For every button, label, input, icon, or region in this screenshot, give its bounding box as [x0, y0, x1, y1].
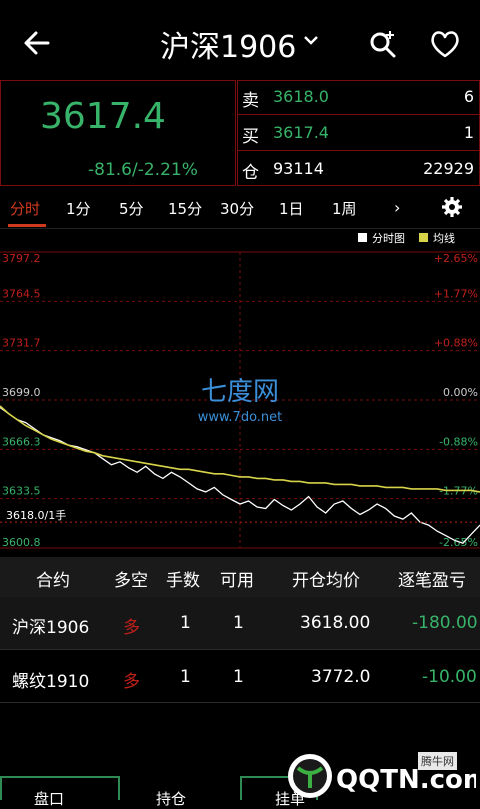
legend-label-avg: 均线: [433, 231, 455, 245]
col-lots: 手数: [166, 571, 200, 591]
open-interest: 93114: [273, 159, 324, 178]
more-periods-icon[interactable]: ›: [394, 198, 400, 217]
y-tick-left: 3797.2: [2, 252, 41, 265]
y-tick-right: +2.65%: [434, 252, 478, 265]
qqtn-watermark-small: 腾牛网: [418, 752, 457, 770]
y-tick-right: -0.88%: [439, 435, 478, 448]
active-tab-indicator: [8, 224, 46, 227]
tab-5min[interactable]: 5分: [119, 198, 144, 219]
ask-price: 3618.0: [273, 87, 329, 106]
y-tick-left: 3666.3: [2, 435, 41, 448]
y-tick-left: 3699.0: [2, 386, 41, 399]
y-tick-right: +0.88%: [434, 337, 478, 350]
chart-legend: 分时图 均线: [358, 231, 455, 245]
watermark-7do-title: 七度网: [201, 377, 279, 407]
position-avg-price: 3772.0: [311, 667, 371, 687]
position-direction: 多: [123, 672, 140, 692]
tab-intraday[interactable]: 分时: [10, 198, 40, 219]
ask-volume: 6: [463, 87, 474, 106]
bid-price: 3617.4: [273, 123, 329, 142]
oi-label: 仓: [242, 163, 259, 183]
bottom-tab-orderbook-label: 盘口: [34, 790, 65, 808]
y-tick-right: +1.77%: [434, 287, 478, 300]
tab-30min[interactable]: 30分: [220, 198, 254, 219]
bottom-tab-positions-label[interactable]: 持仓: [156, 788, 186, 809]
search-add-icon[interactable]: [368, 28, 398, 58]
settings-gear-icon[interactable]: [441, 196, 463, 218]
bid-row: 买 3617.4 1: [237, 116, 480, 151]
y-tick-left: 3633.5: [2, 485, 41, 498]
back-arrow-icon[interactable]: [22, 28, 52, 58]
y-tick-left: 3731.7: [2, 337, 41, 350]
position-avg-price: 3618.00: [300, 613, 371, 633]
watermark-7do: 七度网 www.7do.net: [198, 377, 283, 425]
open-interest-row: 仓 93114 22929: [237, 152, 480, 187]
tab-1min[interactable]: 1分: [66, 198, 91, 219]
position-direction: 多: [123, 618, 140, 638]
y-tick-right: -2.65%: [439, 536, 478, 549]
position-contract: 螺纹1910: [12, 672, 90, 692]
col-pnl: 逐笔盈亏: [398, 571, 466, 591]
contract-title[interactable]: 沪深1906: [160, 22, 296, 66]
col-available: 可用: [220, 571, 254, 591]
favorite-heart-icon[interactable]: [428, 28, 462, 60]
position-available: 1: [233, 613, 244, 633]
ask-row: 卖 3618.0 6: [237, 80, 480, 115]
position-contract: 沪深1906: [12, 618, 90, 638]
tab-15min[interactable]: 15分: [168, 198, 202, 219]
tab-1day[interactable]: 1日: [279, 198, 304, 219]
position-pnl: -10.00: [422, 667, 477, 687]
legend-swatch-avg: [419, 233, 428, 242]
y-tick-left: 3764.5: [2, 287, 41, 300]
position-price-label: 3618.0/1手: [6, 508, 66, 522]
position-lots: 1: [180, 613, 191, 633]
watermark-7do-url: www.7do.net: [198, 410, 283, 425]
position-pnl: -180.00: [412, 613, 478, 633]
oi-change: 22929: [423, 159, 474, 178]
bid-volume: 1: [463, 123, 474, 142]
bid-label: 买: [242, 127, 259, 147]
col-avg-price: 开仓均价: [292, 571, 360, 591]
price-change: -81.6/-2.21%: [88, 160, 198, 180]
position-lots: 1: [180, 667, 191, 687]
last-price: 3617.4: [40, 96, 166, 137]
y-tick-left: 3600.8: [2, 536, 41, 549]
col-contract: 合约: [36, 571, 70, 591]
y-tick-right: 0.00%: [443, 386, 478, 399]
legend-swatch-price: [358, 233, 367, 242]
col-direction: 多空: [114, 571, 148, 591]
chevron-down-icon[interactable]: [303, 34, 319, 46]
intraday-chart[interactable]: 分时图 均线 3797.2 +2.65% 3764.5 +1.77% 3731.7 +0.…: [0, 228, 480, 556]
legend-label-price: 分时图: [372, 232, 405, 245]
position-available: 1: [233, 667, 244, 687]
ask-label: 卖: [242, 91, 259, 111]
tab-1week[interactable]: 1周: [332, 198, 357, 219]
